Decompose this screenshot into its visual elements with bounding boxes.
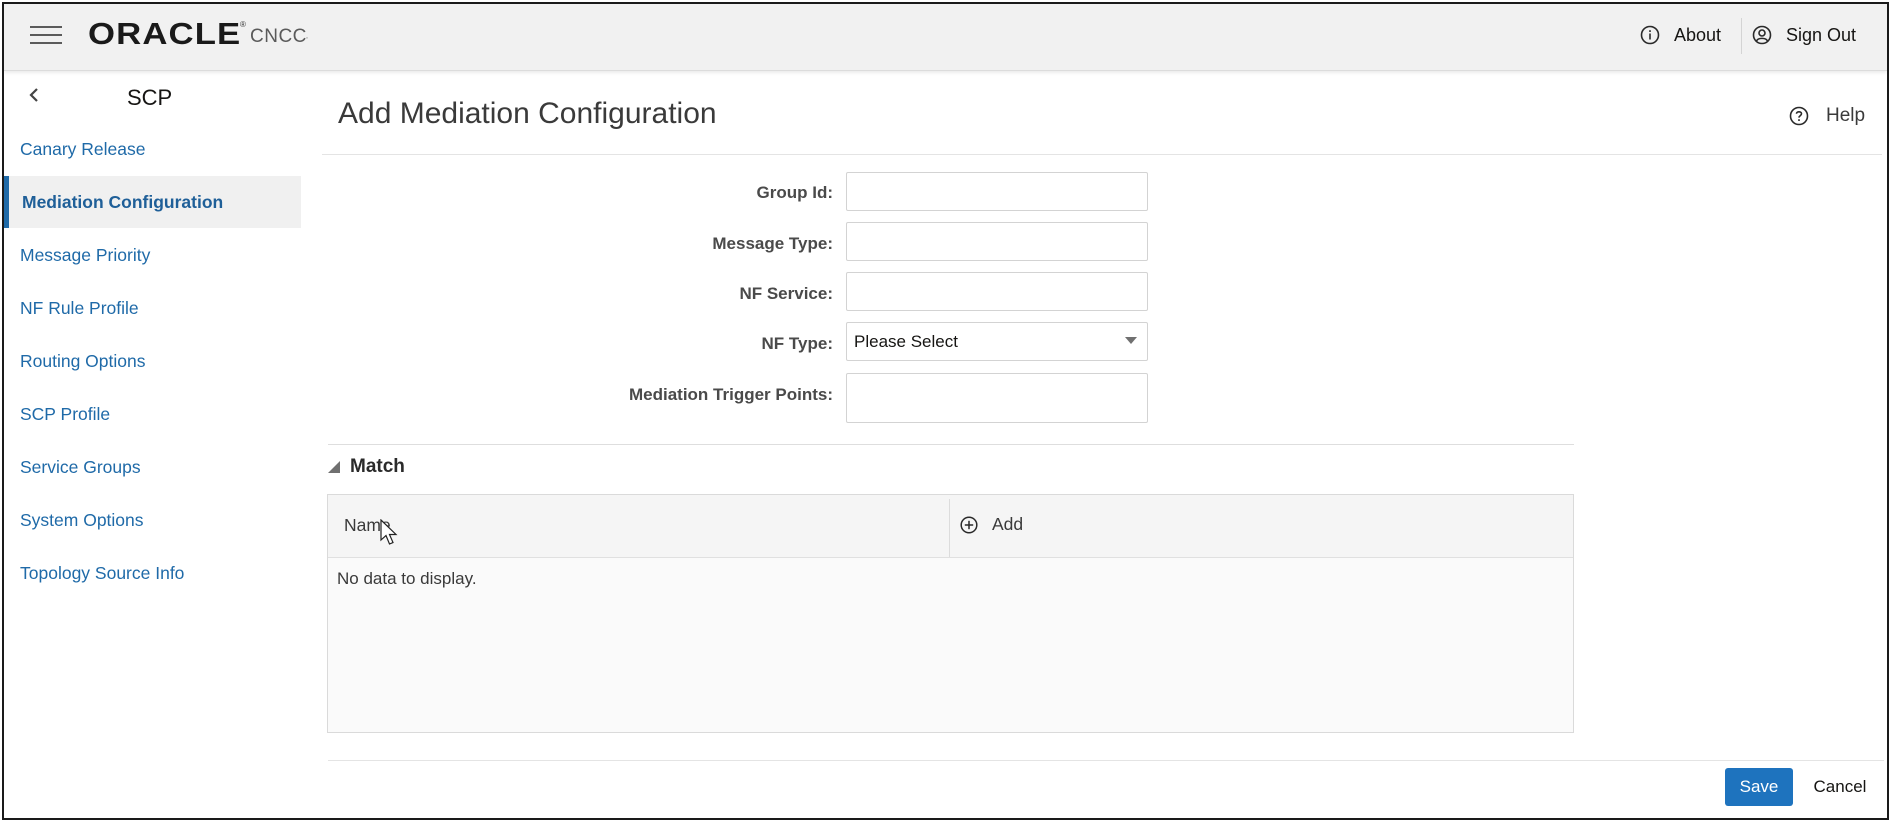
dropdown-arrow-icon bbox=[1125, 337, 1137, 344]
match-table: Name Add No data to display. bbox=[327, 494, 1574, 733]
group-id-input[interactable] bbox=[847, 173, 1147, 210]
sidebar-item-nf-rule-profile[interactable]: NF Rule Profile bbox=[4, 282, 301, 334]
title-divider bbox=[322, 154, 1882, 155]
help-icon bbox=[1789, 106, 1809, 126]
user-circle-icon bbox=[1752, 25, 1772, 45]
nf-service-field[interactable] bbox=[846, 272, 1148, 311]
sidebar-item-topology-source-info[interactable]: Topology Source Info bbox=[4, 547, 301, 599]
chevron-left-icon[interactable] bbox=[26, 86, 44, 104]
product-suffix: · bbox=[305, 30, 309, 44]
nf-service-input[interactable] bbox=[847, 273, 1147, 310]
add-row-button[interactable]: Add bbox=[960, 514, 1023, 535]
nf-type-selected-value: Please Select bbox=[854, 331, 958, 351]
sidebar-item-mediation-configuration[interactable]: Mediation Configuration bbox=[4, 176, 301, 228]
group-id-field[interactable] bbox=[846, 172, 1148, 211]
message-type-field[interactable] bbox=[846, 222, 1148, 261]
sidebar-item-message-priority[interactable]: Message Priority bbox=[4, 229, 301, 281]
mediation-trigger-points-field[interactable] bbox=[846, 373, 1148, 423]
message-type-input[interactable] bbox=[847, 223, 1147, 260]
sidebar-item-scp-profile[interactable]: SCP Profile bbox=[4, 388, 301, 440]
section-divider bbox=[328, 444, 1574, 445]
cancel-button[interactable]: Cancel bbox=[1810, 768, 1870, 806]
match-section-toggle[interactable]: Match bbox=[328, 456, 405, 478]
sidebar-item-service-groups[interactable]: Service Groups bbox=[4, 441, 301, 493]
nf-type-select[interactable]: Please Select bbox=[846, 322, 1148, 361]
registered-mark: ® bbox=[240, 20, 246, 29]
help-link[interactable]: Help bbox=[1789, 105, 1865, 127]
app-window: ORACLE ® CNCC · About Sign Out SCP Canar… bbox=[2, 2, 1889, 820]
about-label: About bbox=[1674, 24, 1722, 45]
group-id-label: Group Id: bbox=[756, 183, 833, 202]
match-section-title: Match bbox=[350, 456, 405, 477]
collapse-triangle-icon bbox=[328, 461, 340, 473]
column-divider bbox=[949, 499, 950, 557]
product-name: CNCC bbox=[250, 26, 307, 47]
hamburger-menu-icon[interactable] bbox=[30, 24, 62, 46]
message-type-label: Message Type: bbox=[712, 234, 833, 253]
mouse-pointer-icon bbox=[380, 519, 398, 545]
header-divider bbox=[1741, 18, 1742, 54]
oracle-logo: ORACLE bbox=[88, 16, 242, 51]
empty-table-message: No data to display. bbox=[337, 569, 477, 588]
mediation-trigger-points-label: Mediation Trigger Points: bbox=[628, 385, 833, 404]
sign-out-label: Sign Out bbox=[1786, 24, 1857, 45]
help-label: Help bbox=[1826, 105, 1866, 126]
top-header: ORACLE ® CNCC · About Sign Out bbox=[4, 4, 1887, 71]
sidebar-item-routing-options[interactable]: Routing Options bbox=[4, 335, 301, 387]
info-icon bbox=[1640, 25, 1660, 45]
save-button[interactable]: Save bbox=[1725, 768, 1793, 806]
mediation-trigger-points-input[interactable] bbox=[847, 374, 1147, 422]
nf-service-label: NF Service: bbox=[739, 284, 833, 303]
sidebar-item-canary-release[interactable]: Canary Release bbox=[4, 123, 301, 175]
page-title: Add Mediation Configuration bbox=[338, 97, 717, 130]
plus-circle-icon bbox=[960, 515, 978, 534]
about-link[interactable]: About bbox=[1640, 22, 1721, 48]
sidebar-title: SCP bbox=[127, 85, 173, 110]
sign-out-link[interactable]: Sign Out bbox=[1752, 22, 1856, 48]
add-label: Add bbox=[992, 514, 1024, 534]
nf-type-label: NF Type: bbox=[761, 334, 833, 353]
match-table-header: Name Add bbox=[328, 495, 1573, 558]
footer-divider bbox=[328, 760, 1884, 761]
sidebar-item-system-options[interactable]: System Options bbox=[4, 494, 301, 546]
